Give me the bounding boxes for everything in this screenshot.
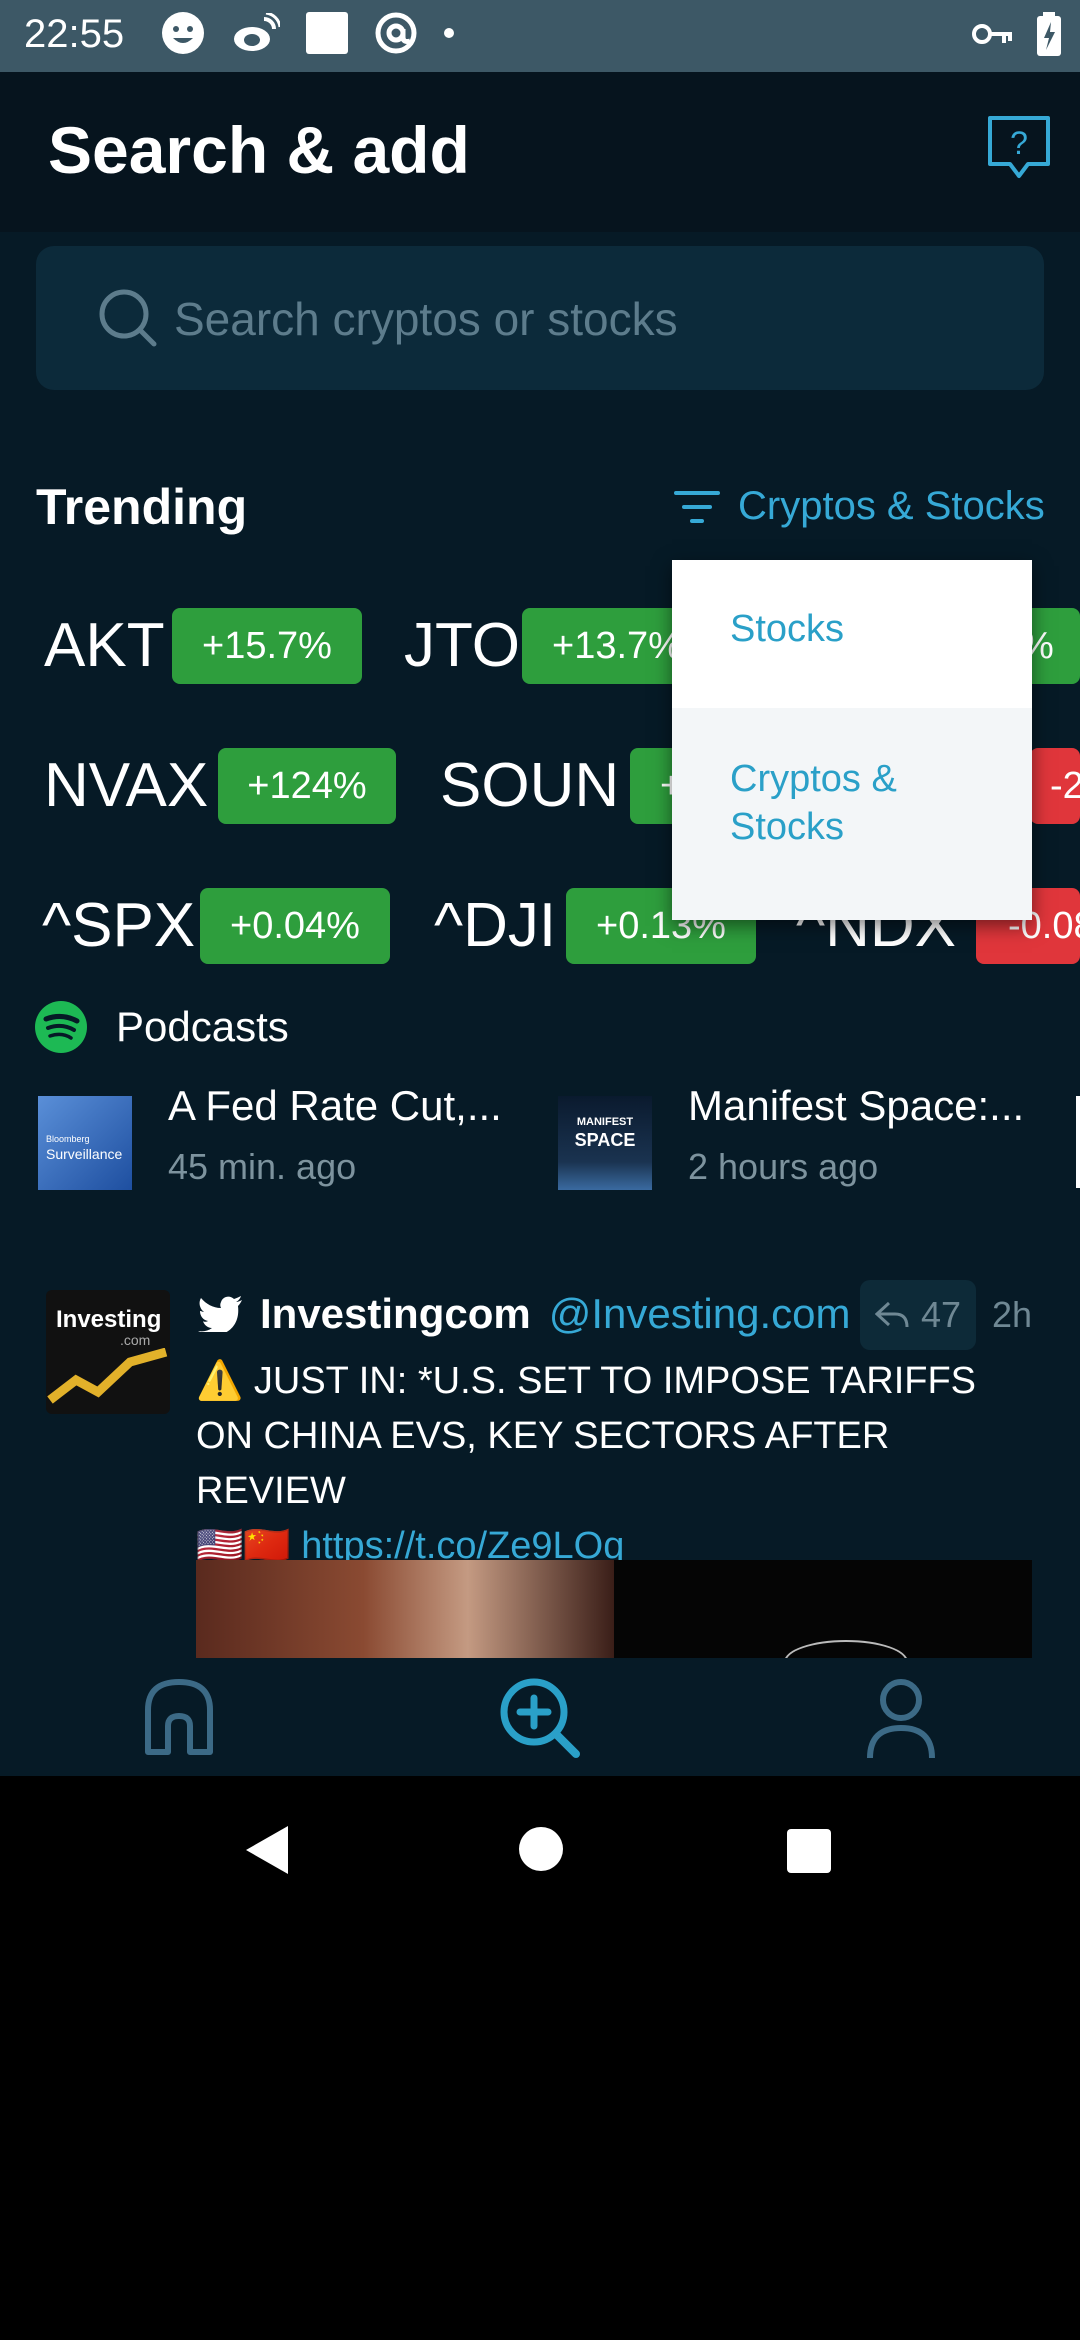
trending-filter-button[interactable]: Cryptos & Stocks	[674, 484, 1045, 529]
tweet-media[interactable]	[196, 1560, 1032, 1660]
app-screen: Search & add ? Search cryptos or stocks …	[0, 72, 1080, 1776]
dot-icon	[444, 28, 454, 38]
home-icon[interactable]	[134, 1672, 224, 1762]
ticker-symbol[interactable]: ^SPX	[42, 890, 195, 961]
podcast-scroll-edge	[1076, 1096, 1080, 1188]
podcast-time: 45 min. ago	[168, 1146, 357, 1187]
weibo-icon	[234, 13, 280, 51]
search-icon	[99, 289, 157, 347]
help-chat-icon[interactable]: ?	[986, 114, 1052, 180]
tweet-author-handle[interactable]: @Investing.com	[549, 1290, 851, 1338]
change-badge[interactable]: +0.04%	[200, 888, 390, 964]
page-title: Search & add	[48, 113, 470, 187]
podcast-title: A Fed Rate Cut,...	[168, 1082, 502, 1129]
battery-charging-icon	[1037, 12, 1061, 56]
dropdown-option-cryptos-stocks[interactable]: Cryptos & Stocks	[672, 708, 1032, 920]
tweet-media-image-right	[614, 1560, 1032, 1660]
twitter-icon	[198, 1296, 242, 1332]
podcasts-title: Podcasts	[116, 1003, 289, 1050]
tweet-reply-button[interactable]: 47	[860, 1280, 976, 1350]
ticker-symbol[interactable]: SOUN	[440, 750, 619, 821]
ticker-symbol[interactable]: JTO	[404, 610, 520, 681]
change-badge[interactable]: +15.7%	[172, 608, 362, 684]
filter-icon	[674, 490, 720, 523]
status-system-icons	[972, 12, 1062, 56]
status-bar: 22:55	[0, 0, 1080, 72]
podcast-title: Manifest Space:...	[688, 1082, 1025, 1129]
ticker-symbol[interactable]: ^DJI	[434, 890, 556, 961]
back-icon[interactable]	[244, 1824, 290, 1876]
podcast-thumbnail: MANIFEST SPACE	[558, 1096, 652, 1190]
search-add-icon[interactable]	[494, 1672, 584, 1762]
recents-icon[interactable]	[786, 1828, 832, 1874]
search-input[interactable]: Search cryptos or stocks	[36, 246, 1044, 390]
tweet-header: Investingcom @Investing.com	[198, 1290, 851, 1338]
podcast-time: 2 hours ago	[688, 1146, 879, 1187]
trend-line-icon	[47, 1348, 168, 1404]
spotify-icon	[35, 1001, 87, 1053]
profile-icon[interactable]	[856, 1672, 946, 1762]
dropdown-option-label-line2: Stocks	[730, 806, 845, 848]
tweet-text: ⚠️ JUST IN: *U.S. SET TO IMPOSE TARIFFS …	[196, 1354, 1036, 1574]
ticker-symbol[interactable]: AKT	[44, 610, 165, 681]
bottom-navigation	[0, 1658, 1080, 1776]
system-navigation-bar	[0, 1776, 1080, 1916]
app-header: Search & add ?	[0, 72, 1080, 232]
status-time: 22:55	[24, 12, 125, 56]
dropdown-option-stocks[interactable]: Stocks	[672, 560, 1032, 708]
tweet-author-name[interactable]: Investingcom	[260, 1290, 531, 1338]
dropdown-option-label-line1: Cryptos &	[730, 758, 897, 800]
home-circle-icon[interactable]	[518, 1826, 564, 1872]
change-badge[interactable]: -2	[1030, 748, 1080, 824]
face-icon	[162, 12, 204, 54]
tweet-age: 2h	[992, 1294, 1033, 1335]
change-badge[interactable]: +124%	[218, 748, 396, 824]
filter-label: Cryptos & Stocks	[738, 484, 1045, 528]
filter-dropdown-menu: Stocks Cryptos & Stocks	[672, 560, 1032, 920]
key-icon	[972, 24, 1012, 44]
tweet-media-image-left	[196, 1560, 614, 1660]
reply-icon	[874, 1301, 909, 1328]
podcast-thumbnail: Bloomberg Surveillance	[38, 1096, 132, 1190]
tweet-body: ⚠️ JUST IN: *U.S. SET TO IMPOSE TARIFFS …	[196, 1360, 977, 1512]
podcasts-header: Podcasts	[34, 1000, 289, 1054]
dropdown-option-label: Stocks	[730, 608, 845, 650]
status-notification-icons	[160, 10, 454, 56]
svg-text:?: ?	[1010, 125, 1028, 161]
ticker-symbol[interactable]: NVAX	[44, 750, 208, 821]
search-placeholder: Search cryptos or stocks	[174, 293, 678, 345]
at-icon	[375, 12, 417, 54]
trending-title: Trending	[36, 479, 248, 535]
tweet-reply-count: 47	[920, 1294, 962, 1335]
square-icon	[306, 12, 348, 54]
tweet-avatar[interactable]: Investing .com	[46, 1290, 170, 1414]
